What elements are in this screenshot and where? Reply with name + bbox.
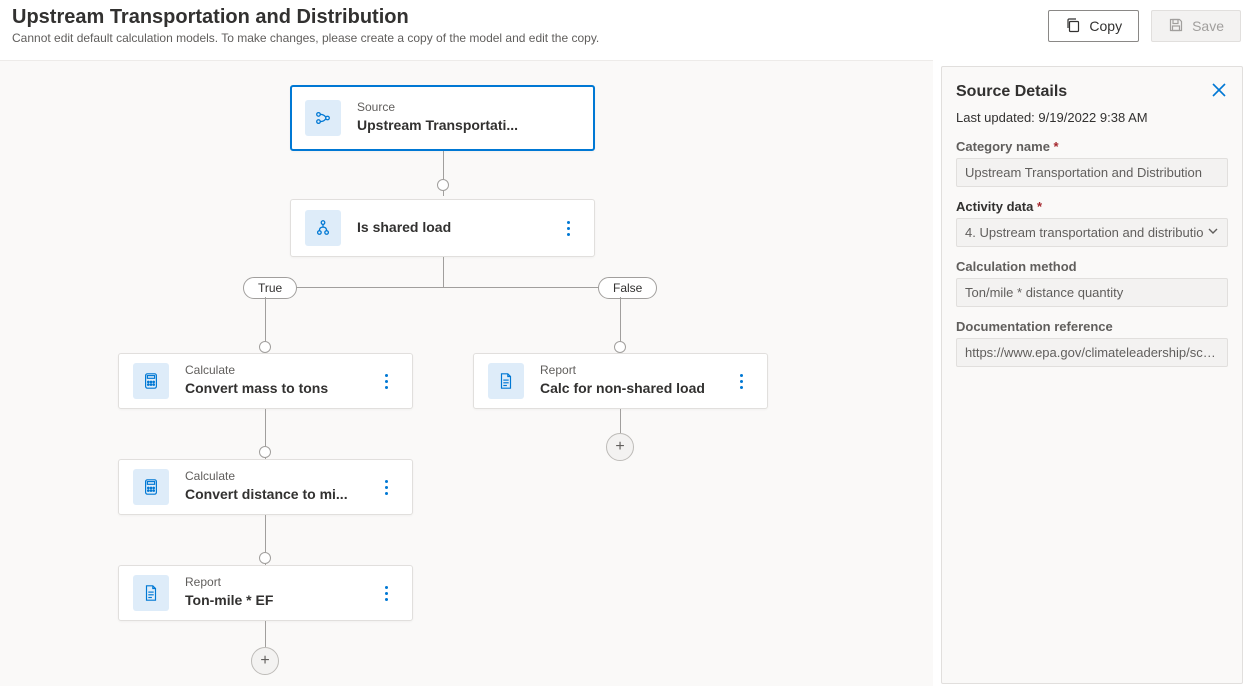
last-updated: Last updated: 9/19/2022 9:38 AM (956, 110, 1228, 125)
branch-false-pill: False (598, 277, 657, 299)
connector (443, 257, 444, 287)
node-more-button[interactable] (374, 374, 398, 389)
node-more-button[interactable] (556, 221, 580, 236)
node-title: Ton-mile * EF (185, 591, 374, 611)
node-calculate[interactable]: Calculate Convert mass to tons (118, 353, 413, 409)
flow-canvas[interactable]: Source Upstream Transportati... Is share… (0, 60, 933, 686)
node-calculate[interactable]: Calculate Convert distance to mi... (118, 459, 413, 515)
node-title: Convert distance to mi... (185, 485, 374, 505)
node-type-label: Calculate (185, 363, 374, 379)
node-report[interactable]: Report Calc for non-shared load (473, 353, 768, 409)
save-icon (1168, 17, 1184, 36)
connector-port (259, 341, 271, 353)
page-header: Upstream Transportation and Distribution… (0, 0, 1253, 49)
node-type-label: Report (185, 575, 374, 591)
chevron-down-icon (1207, 225, 1219, 240)
copy-button-label: Copy (1089, 18, 1122, 34)
connector-port (437, 179, 449, 191)
save-button-label: Save (1192, 18, 1224, 34)
node-type-label: Calculate (185, 469, 374, 485)
copy-button[interactable]: Copy (1048, 10, 1139, 42)
node-title: Convert mass to tons (185, 379, 374, 399)
panel-title: Source Details (956, 83, 1067, 101)
category-input[interactable]: Upstream Transportation and Distribution (956, 158, 1228, 187)
node-decision[interactable]: Is shared load (290, 199, 595, 257)
save-button: Save (1151, 10, 1241, 42)
node-source[interactable]: Source Upstream Transportati... (290, 85, 595, 151)
calculator-icon (133, 363, 169, 399)
details-panel: Source Details Last updated: 9/19/2022 9… (941, 66, 1243, 684)
connector (620, 409, 621, 433)
doc-label: Documentation reference (956, 319, 1228, 334)
page-title: Upstream Transportation and Distribution (12, 6, 1048, 29)
node-title: Is shared load (357, 218, 556, 238)
node-more-button[interactable] (729, 374, 753, 389)
calculator-icon (133, 469, 169, 505)
node-title: Calc for non-shared load (540, 379, 729, 399)
method-input[interactable]: Ton/mile * distance quantity (956, 278, 1228, 307)
copy-icon (1065, 17, 1081, 36)
connector-port (259, 552, 271, 564)
connector-port (259, 446, 271, 458)
document-icon (133, 575, 169, 611)
node-more-button[interactable] (374, 586, 398, 601)
node-more-button[interactable] (374, 480, 398, 495)
node-type-label: Source (357, 100, 580, 116)
connector-port (614, 341, 626, 353)
branch-true-pill: True (243, 277, 297, 299)
add-node-button[interactable]: + (606, 433, 634, 461)
close-icon (1210, 86, 1228, 102)
connector (265, 621, 266, 647)
document-icon (488, 363, 524, 399)
close-button[interactable] (1210, 81, 1228, 102)
add-node-button[interactable]: + (251, 647, 279, 675)
source-icon (305, 100, 341, 136)
method-label: Calculation method (956, 259, 1228, 274)
node-report[interactable]: Report Ton-mile * EF (118, 565, 413, 621)
node-type-label: Report (540, 363, 729, 379)
category-label: Category name * (956, 139, 1228, 154)
activity-select[interactable]: 4. Upstream transportation and distribut… (956, 218, 1228, 247)
doc-input[interactable]: https://www.epa.gov/climateleadership/sc… (956, 338, 1228, 367)
activity-label: Activity data * (956, 199, 1228, 214)
page-subtitle: Cannot edit default calculation models. … (12, 31, 1048, 45)
connector (265, 287, 621, 288)
node-title: Upstream Transportati... (357, 116, 580, 136)
branch-icon (305, 210, 341, 246)
